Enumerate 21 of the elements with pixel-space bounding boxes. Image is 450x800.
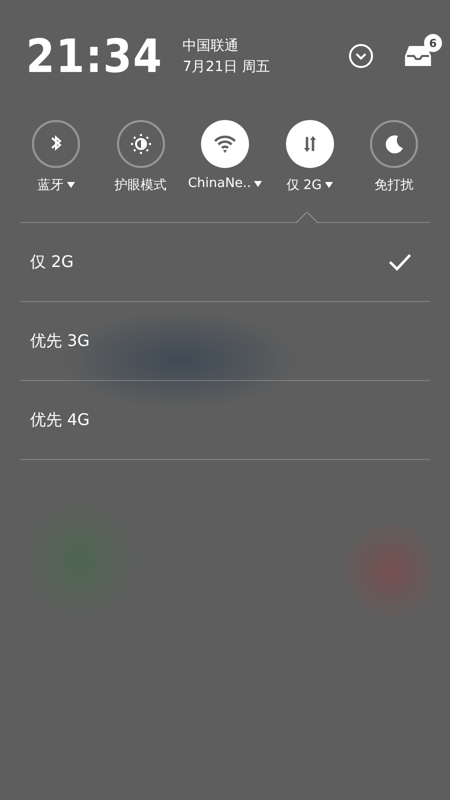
dropdown-icon[interactable] xyxy=(66,182,74,188)
clock-time: 21:34 xyxy=(26,33,163,79)
dropdown-icon[interactable] xyxy=(254,180,262,186)
toggle-label: 护眼模式 xyxy=(114,177,166,194)
network-option[interactable]: 优先 4G xyxy=(20,381,430,460)
toggle-label: 仅 2G xyxy=(286,177,322,194)
carrier-name: 中国联通 xyxy=(182,36,240,54)
toggle-label: 免打扰 xyxy=(374,177,414,194)
date-text: 7月21日 周五 xyxy=(182,58,271,76)
expand-icon[interactable] xyxy=(348,43,374,69)
network-option[interactable]: 仅 2G xyxy=(20,223,430,302)
bluetooth-toggle[interactable] xyxy=(32,120,80,168)
data-toggle[interactable] xyxy=(286,120,334,168)
wifi-toggle[interactable] xyxy=(201,120,249,168)
notification-badge: 6 xyxy=(424,34,442,52)
toggle-label: 蓝牙 xyxy=(38,177,64,194)
moon-toggle[interactable] xyxy=(370,120,418,168)
toggle-label: ChinaNe.. xyxy=(188,176,252,191)
eye-toggle[interactable] xyxy=(116,120,164,168)
dropdown-icon[interactable] xyxy=(324,182,333,188)
network-option[interactable]: 优先 3G xyxy=(20,302,430,381)
